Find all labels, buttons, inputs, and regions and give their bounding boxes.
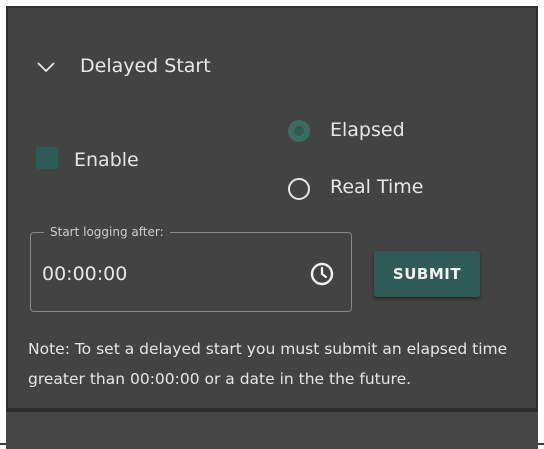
radio-real-time-label: Real Time bbox=[330, 176, 424, 198]
chevron-down-icon bbox=[37, 62, 55, 73]
enable-checkbox[interactable] bbox=[36, 147, 58, 169]
submit-button[interactable]: SUBMIT bbox=[374, 251, 480, 297]
delayed-start-panel: Delayed Start Enable Elapsed Real Time S… bbox=[0, 0, 544, 449]
start-time-input[interactable] bbox=[42, 258, 292, 290]
radio-elapsed[interactable] bbox=[288, 120, 310, 142]
start-logging-legend: Start logging after: bbox=[44, 225, 170, 239]
radio-elapsed-label: Elapsed bbox=[330, 119, 405, 141]
delayed-start-note: Note: To set a delayed start you must su… bbox=[28, 340, 508, 388]
section-header-delayed-start[interactable]: Delayed Start bbox=[28, 53, 328, 83]
enable-label: Enable bbox=[74, 149, 139, 171]
radio-real-time[interactable] bbox=[288, 178, 310, 200]
clock-icon[interactable] bbox=[309, 261, 335, 287]
section-title: Delayed Start bbox=[80, 55, 211, 77]
next-section-area bbox=[6, 412, 538, 449]
